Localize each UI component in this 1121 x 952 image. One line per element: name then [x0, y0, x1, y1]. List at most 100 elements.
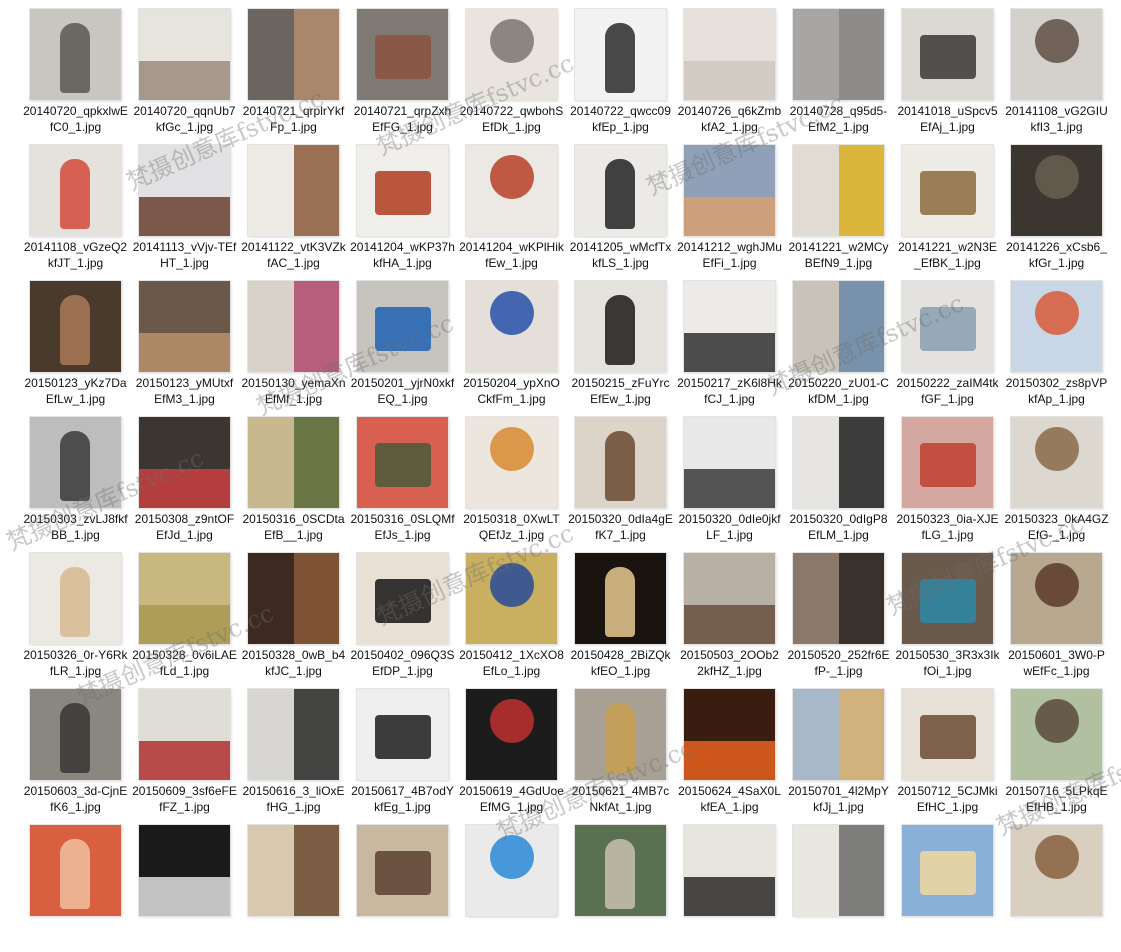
file-item[interactable]: 20150204_ypXnOCkfFm_1.jpg: [457, 272, 566, 408]
file-name[interactable]: 20140720_qpkxlwEfC0_1.jpg: [23, 103, 128, 135]
file-item[interactable]: 20150616_3_liOxEfHG_1.jpg: [239, 680, 348, 816]
file-thumbnail[interactable]: [902, 689, 993, 780]
file-item[interactable]: 20140721_qrplrYkfFp_1.jpg: [239, 0, 348, 136]
file-item[interactable]: 20141122_vtK3VZkfAC_1.jpg: [239, 136, 348, 272]
file-name[interactable]: 20150601_3W0-PwEfFc_1.jpg: [1004, 647, 1109, 679]
file-thumbnail[interactable]: [1011, 825, 1102, 916]
file-item[interactable]: 20141113_vVjv-TEfHT_1.jpg: [130, 136, 239, 272]
file-thumbnail[interactable]: [902, 9, 993, 100]
file-name[interactable]: 20150215_zFuYrcEfEw_1.jpg: [568, 375, 673, 407]
file-name[interactable]: 20140726_q6kZmbkfA2_1.jpg: [677, 103, 782, 135]
file-item[interactable]: [457, 816, 566, 952]
file-thumbnail[interactable]: [1011, 553, 1102, 644]
file-item[interactable]: [348, 816, 457, 952]
file-name[interactable]: 20150402_096Q3SEfDP_1.jpg: [350, 647, 455, 679]
file-name[interactable]: 20150303_zvLJ8fkfBB_1.jpg: [23, 511, 128, 543]
file-name[interactable]: 20150220_zU01-CkfDM_1.jpg: [786, 375, 891, 407]
file-thumbnail[interactable]: [30, 825, 121, 916]
file-item[interactable]: 20140722_qwcc09kfEp_1.jpg: [566, 0, 675, 136]
file-name[interactable]: 20150204_ypXnOCkfFm_1.jpg: [459, 375, 564, 407]
file-name[interactable]: 20141108_vGzeQ2kfJT_1.jpg: [23, 239, 128, 271]
file-thumbnail[interactable]: [1011, 9, 1102, 100]
file-item[interactable]: 20150320_0dIgP8EfLM_1.jpg: [784, 408, 893, 544]
file-item[interactable]: 20140721_qrpZxhEfFG_1.jpg: [348, 0, 457, 136]
file-name[interactable]: 20140722_qwbohSEfDk_1.jpg: [459, 103, 564, 135]
file-thumbnail[interactable]: [357, 689, 448, 780]
file-name[interactable]: 20150320_0dIe0jkfLF_1.jpg: [677, 511, 782, 543]
file-thumbnail[interactable]: [575, 689, 666, 780]
file-item[interactable]: 20141226_xCsb6_kfGr_1.jpg: [1002, 136, 1111, 272]
file-name[interactable]: 20150701_4l2MpYkfJj_1.jpg: [786, 783, 891, 815]
file-name[interactable]: 20150123_yMUtxfEfM3_1.jpg: [132, 375, 237, 407]
file-name[interactable]: 20150520_252fr6EfP-_1.jpg: [786, 647, 891, 679]
file-thumbnail[interactable]: [139, 689, 230, 780]
file-item[interactable]: [21, 816, 130, 952]
file-name[interactable]: 20150222_zaIM4tkfGF_1.jpg: [895, 375, 1000, 407]
file-item[interactable]: 20150716_5LPkqEEfHB_1.jpg: [1002, 680, 1111, 816]
file-item[interactable]: 20150530_3R3x3IkfOi_1.jpg: [893, 544, 1002, 680]
file-item[interactable]: 20141221_w2N3E_EfBK_1.jpg: [893, 136, 1002, 272]
file-thumbnail[interactable]: [575, 553, 666, 644]
file-thumbnail[interactable]: [30, 417, 121, 508]
file-item[interactable]: [784, 816, 893, 952]
file-thumbnail[interactable]: [466, 281, 557, 372]
file-thumbnail[interactable]: [793, 281, 884, 372]
file-name[interactable]: 20150302_zs8pVPkfAp_1.jpg: [1004, 375, 1109, 407]
file-thumbnail[interactable]: [1011, 689, 1102, 780]
file-item[interactable]: 20140722_qwbohSEfDk_1.jpg: [457, 0, 566, 136]
file-name[interactable]: 20150328_0wB_b4kfJC_1.jpg: [241, 647, 346, 679]
file-item[interactable]: 20150328_0v6iLAEfLd_1.jpg: [130, 544, 239, 680]
file-item[interactable]: [893, 816, 1002, 952]
file-thumbnail[interactable]: [248, 825, 339, 916]
file-item[interactable]: 20140720_qqnUb7kfGc_1.jpg: [130, 0, 239, 136]
file-thumbnail[interactable]: [139, 145, 230, 236]
file-thumbnail[interactable]: [684, 825, 775, 916]
file-thumbnail[interactable]: [248, 417, 339, 508]
file-item[interactable]: 20140726_q6kZmbkfA2_1.jpg: [675, 0, 784, 136]
file-thumbnail[interactable]: [684, 417, 775, 508]
file-thumbnail[interactable]: [248, 281, 339, 372]
file-thumbnail[interactable]: [793, 9, 884, 100]
file-item[interactable]: 20150201_yjrN0xkfEQ_1.jpg: [348, 272, 457, 408]
file-item[interactable]: 20150609_3sf6eFEfFZ_1.jpg: [130, 680, 239, 816]
file-thumbnail[interactable]: [575, 417, 666, 508]
file-name[interactable]: 20150328_0v6iLAEfLd_1.jpg: [132, 647, 237, 679]
file-thumbnail[interactable]: [466, 417, 557, 508]
file-thumbnail[interactable]: [1011, 417, 1102, 508]
file-name[interactable]: 20150326_0r-Y6RkfLR_1.jpg: [23, 647, 128, 679]
file-item[interactable]: 20150318_0XwLTQEfJz_1.jpg: [457, 408, 566, 544]
file-item[interactable]: 20150619_4GdUoeEfMG_1.jpg: [457, 680, 566, 816]
file-item[interactable]: 20150123_yKz7DaEfLw_1.jpg: [21, 272, 130, 408]
file-item[interactable]: 20150320_0dIa4gEfK7_1.jpg: [566, 408, 675, 544]
file-thumbnail[interactable]: [793, 825, 884, 916]
file-name[interactable]: 20150712_5CJMkiEfHC_1.jpg: [895, 783, 1000, 815]
file-item[interactable]: 20150222_zaIM4tkfGF_1.jpg: [893, 272, 1002, 408]
file-name[interactable]: 20150716_5LPkqEEfHB_1.jpg: [1004, 783, 1109, 815]
file-item[interactable]: 20150520_252fr6EfP-_1.jpg: [784, 544, 893, 680]
file-name[interactable]: 20141205_wMcfTxkfLS_1.jpg: [568, 239, 673, 271]
file-thumbnail[interactable]: [575, 825, 666, 916]
file-name[interactable]: 20150428_2BiZQkkfEO_1.jpg: [568, 647, 673, 679]
file-name[interactable]: 20150318_0XwLTQEfJz_1.jpg: [459, 511, 564, 543]
file-thumbnail[interactable]: [902, 281, 993, 372]
file-thumbnail[interactable]: [357, 825, 448, 916]
file-item[interactable]: 20141108_vG2GIUkfI3_1.jpg: [1002, 0, 1111, 136]
file-item[interactable]: 20150316_0SLQMfEfJs_1.jpg: [348, 408, 457, 544]
file-thumbnail[interactable]: [357, 145, 448, 236]
file-thumbnail[interactable]: [1011, 145, 1102, 236]
file-name[interactable]: 20141221_w2N3E_EfBK_1.jpg: [895, 239, 1000, 271]
file-name[interactable]: 20141108_vG2GIUkfI3_1.jpg: [1004, 103, 1109, 135]
file-name[interactable]: 20140720_qqnUb7kfGc_1.jpg: [132, 103, 237, 135]
file-thumbnail[interactable]: [248, 9, 339, 100]
file-item[interactable]: 20150326_0r-Y6RkfLR_1.jpg: [21, 544, 130, 680]
file-item[interactable]: 20150130_yemaXnEfMf_1.jpg: [239, 272, 348, 408]
file-name[interactable]: 20150617_4B7odYkfEg_1.jpg: [350, 783, 455, 815]
file-thumbnail[interactable]: [575, 9, 666, 100]
file-item[interactable]: 20150323_0ia-XJEfLG_1.jpg: [893, 408, 1002, 544]
file-name[interactable]: 20150412_1XcXO8EfLo_1.jpg: [459, 647, 564, 679]
file-item[interactable]: 20150402_096Q3SEfDP_1.jpg: [348, 544, 457, 680]
file-name[interactable]: 20141226_xCsb6_kfGr_1.jpg: [1004, 239, 1109, 271]
file-thumbnail[interactable]: [248, 689, 339, 780]
file-item[interactable]: 20150617_4B7odYkfEg_1.jpg: [348, 680, 457, 816]
file-item[interactable]: 20150621_4MB7cNkfAt_1.jpg: [566, 680, 675, 816]
